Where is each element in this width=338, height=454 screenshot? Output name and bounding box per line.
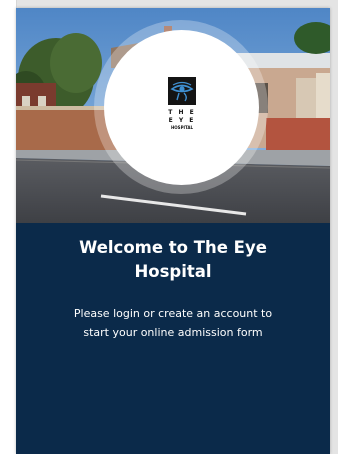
welcome-subtitle-line-2: start your online admission form	[83, 326, 263, 339]
welcome-heading-line-2: Hospital	[134, 262, 212, 281]
logo-text-eye: E Y E	[168, 117, 196, 124]
welcome-heading-line-1: Welcome to The Eye	[79, 238, 267, 257]
welcome-heading: Welcome to The Eye Hospital	[16, 236, 330, 284]
logo-text-hospital: HOSPITAL	[170, 125, 194, 130]
hospital-logo: T H E E Y E HOSPITAL	[159, 77, 205, 141]
left-strip	[0, 0, 17, 454]
logo-text-the: T H E	[168, 109, 196, 116]
hospital-building-photo: T H E E Y E HOSPITAL	[16, 8, 330, 223]
welcome-subtitle: Please login or create an account to sta…	[16, 304, 330, 342]
logo-circle: T H E E Y E HOSPITAL	[104, 30, 259, 185]
welcome-subtitle-line-1: Please login or create an account to	[73, 307, 273, 320]
welcome-card: T H E E Y E HOSPITAL Welcome to The Eye …	[16, 8, 330, 454]
eye-of-horus-icon	[168, 77, 196, 105]
